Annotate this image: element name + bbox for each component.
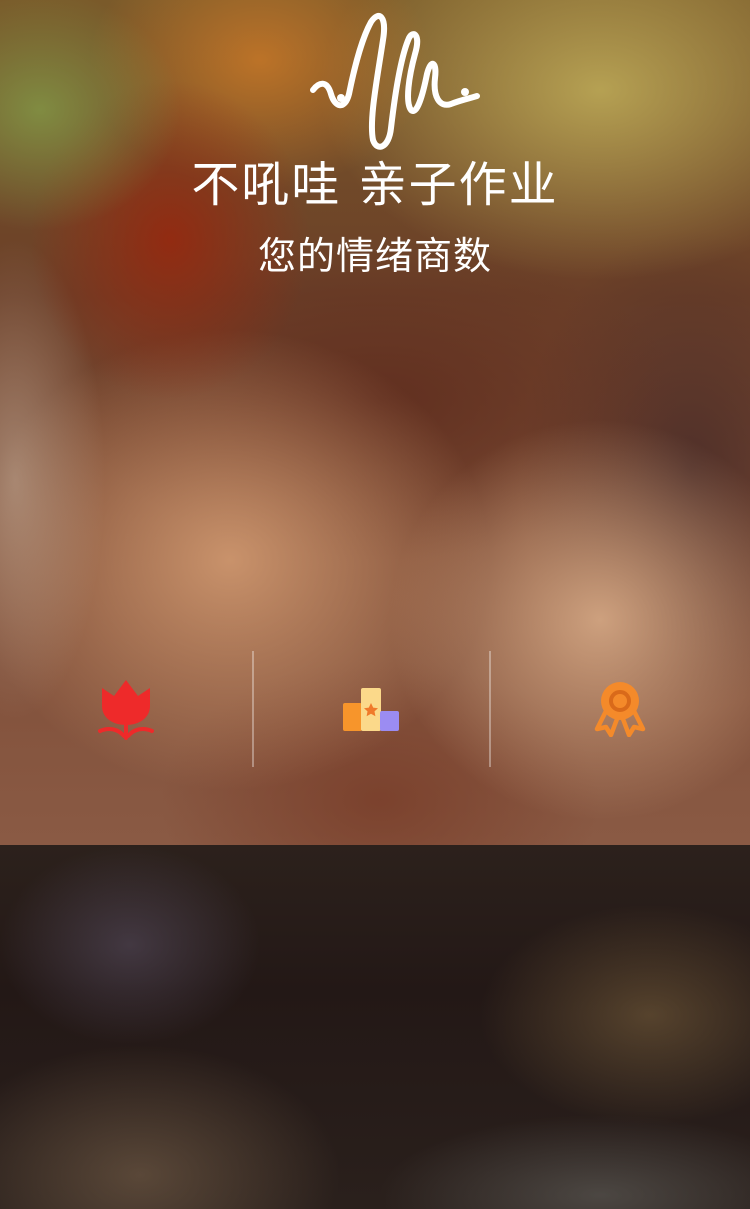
app-screen: 不吼哇 亲子作业 您的情绪商数 xyxy=(0,0,750,1209)
medal-button[interactable] xyxy=(490,650,750,768)
signature-logo xyxy=(310,13,480,150)
tulip-icon xyxy=(98,680,154,740)
app-title: 不吼哇 亲子作业 xyxy=(191,157,559,213)
tulip-button[interactable] xyxy=(0,650,252,768)
background-photo-lower xyxy=(0,845,750,1209)
page-subtitle: 您的情绪商数 xyxy=(257,234,492,278)
ranking-button[interactable] xyxy=(253,650,489,768)
medal-icon xyxy=(594,682,646,737)
podium-icon xyxy=(343,688,399,731)
